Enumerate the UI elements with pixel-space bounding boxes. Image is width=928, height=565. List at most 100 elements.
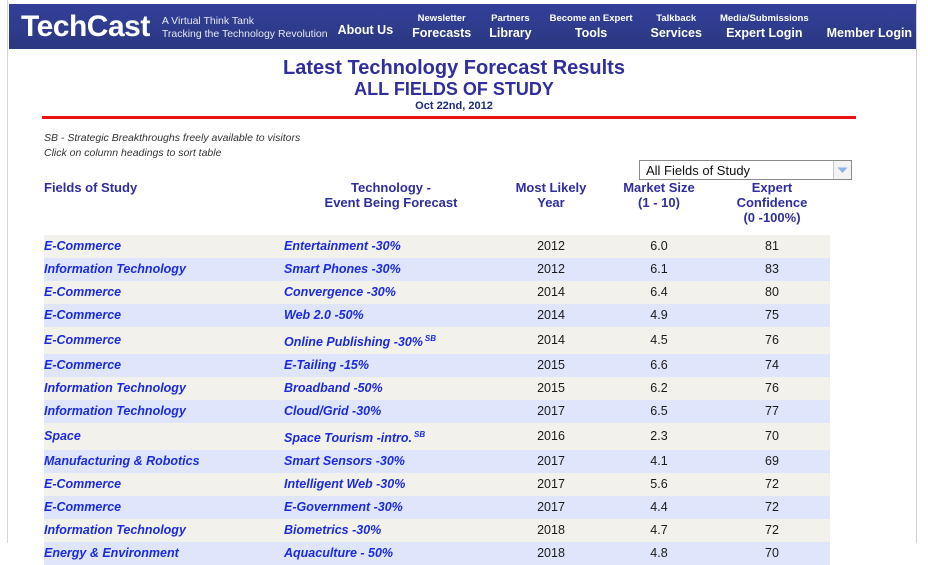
nav-link-about-us[interactable]: About Us bbox=[328, 22, 404, 38]
field-of-study-link[interactable]: E-Commerce bbox=[44, 477, 121, 491]
cell-field-of-study: E-Commerce bbox=[44, 235, 284, 258]
cell-most-likely-year: 2016 bbox=[537, 429, 565, 444]
cell-technology: Smart Phones -30% bbox=[284, 258, 498, 281]
column-header-fields-of-study[interactable]: Fields of Study bbox=[44, 180, 284, 235]
nav-link-become-an-expert[interactable]: Become an Expert bbox=[550, 12, 633, 25]
field-of-study-link[interactable]: Information Technology bbox=[44, 523, 186, 537]
table-row: Energy & Environment Aquaculture - 50% 201… bbox=[44, 542, 830, 565]
field-of-study-link[interactable]: Energy & Environment bbox=[44, 546, 179, 560]
nav-group-media-expert-login: Media/Submissions Expert Login bbox=[711, 12, 818, 41]
page-frame: TechCast A Virtual Think Tank Tracking t… bbox=[0, 0, 928, 565]
field-of-study-link[interactable]: E-Commerce bbox=[44, 239, 121, 253]
cell-field-of-study: E-Commerce bbox=[44, 473, 284, 496]
cell-most-likely-year: 2017 bbox=[537, 500, 565, 515]
technology-forecast-link[interactable]: E-Government -30% bbox=[284, 500, 403, 514]
nav-link-media-submissions[interactable]: Media/Submissions bbox=[720, 12, 809, 25]
cell-technology: Broadband -50% bbox=[284, 377, 498, 400]
fields-of-study-select-value: All Fields of Study bbox=[646, 162, 751, 178]
note-sort-hint: Click on column headings to sort table bbox=[44, 147, 222, 159]
field-of-study-link[interactable]: E-Commerce bbox=[44, 308, 121, 322]
nav-link-library[interactable]: Library bbox=[489, 25, 531, 41]
cell-field-of-study: Space bbox=[44, 423, 284, 450]
nav-link-tools[interactable]: Tools bbox=[575, 25, 607, 41]
red-divider bbox=[42, 116, 856, 119]
technology-forecast-link[interactable]: Entertainment -30% bbox=[284, 239, 401, 253]
column-header-market-size[interactable]: Market Size (1 - 10) bbox=[604, 180, 714, 235]
column-header-year-line2: Year bbox=[537, 195, 565, 210]
field-of-study-link[interactable]: Space bbox=[44, 429, 81, 443]
site-logo[interactable]: TechCast bbox=[9, 9, 150, 43]
cell-technology: Online Publishing -30% SB bbox=[284, 327, 498, 354]
fields-of-study-select[interactable]: All Fields of Study bbox=[639, 160, 852, 180]
nav-link-talkback[interactable]: Talkback bbox=[656, 12, 696, 25]
nav-link-expert-login[interactable]: Expert Login bbox=[726, 25, 802, 41]
column-header-technology[interactable]: Technology - Event Being Forecast bbox=[284, 180, 498, 235]
tagline-line-1: A Virtual Think Tank bbox=[161, 14, 255, 27]
cell-expert-confidence: 83 bbox=[765, 262, 779, 276]
page-right-rail bbox=[916, 0, 928, 543]
technology-forecast-link[interactable]: Aquaculture - 50% bbox=[284, 546, 393, 560]
nav-link-forecasts[interactable]: Forecasts bbox=[412, 25, 471, 41]
column-header-technology-line2: Event Being Forecast bbox=[324, 195, 458, 210]
cell-market-size: 4.1 bbox=[650, 454, 668, 469]
technology-forecast-link[interactable]: Biometrics -30% bbox=[284, 523, 381, 537]
field-of-study-link[interactable]: E-Commerce bbox=[44, 500, 121, 514]
site-tagline: A Virtual Think Tank Tracking the Techno… bbox=[150, 13, 328, 41]
chevron-down-icon[interactable] bbox=[833, 161, 851, 179]
cell-market-size: 5.6 bbox=[650, 477, 668, 492]
technology-forecast-link[interactable]: Space Tourism -intro. bbox=[284, 431, 412, 445]
nav-link-partners[interactable]: Partners bbox=[491, 12, 530, 25]
page-date: Oct 22nd, 2012 bbox=[415, 100, 493, 112]
brand-name: TechCast bbox=[21, 9, 150, 43]
field-of-study-link[interactable]: Information Technology bbox=[44, 404, 186, 418]
column-header-most-likely-year[interactable]: Most Likely Year bbox=[498, 180, 604, 235]
field-of-study-link[interactable]: E-Commerce bbox=[44, 285, 121, 299]
cell-most-likely-year: 2018 bbox=[537, 546, 565, 561]
cell-field-of-study: Manufacturing & Robotics bbox=[44, 450, 284, 473]
cell-most-likely-year: 2015 bbox=[537, 381, 565, 396]
cell-technology: E-Tailing -15% bbox=[284, 354, 498, 377]
nav-group-member-login: Advertise Member Login bbox=[818, 12, 916, 41]
field-of-study-link[interactable]: Information Technology bbox=[44, 381, 186, 395]
cell-field-of-study: E-Commerce bbox=[44, 327, 284, 354]
cell-technology: Aquaculture - 50% bbox=[284, 542, 498, 565]
technology-forecast-link[interactable]: Broadband -50% bbox=[284, 381, 383, 395]
technology-forecast-link[interactable]: Web 2.0 -50% bbox=[284, 308, 364, 322]
cell-expert-confidence: 80 bbox=[765, 285, 779, 299]
field-of-study-link[interactable]: Manufacturing & Robotics bbox=[44, 454, 200, 468]
nav-link-member-login[interactable]: Member Login bbox=[827, 25, 912, 41]
technology-forecast-link[interactable]: E-Tailing -15% bbox=[284, 358, 369, 372]
column-header-expert-confidence[interactable]: Expert Confidence (0 -100%) bbox=[714, 180, 830, 235]
tagline-line-2: Tracking the Technology Revolution bbox=[161, 27, 328, 40]
cell-expert-confidence: 72 bbox=[765, 523, 779, 538]
cell-expert-confidence: 76 bbox=[765, 333, 779, 348]
technology-forecast-link[interactable]: Cloud/Grid -30% bbox=[284, 404, 381, 418]
cell-expert-confidence: 72 bbox=[765, 500, 779, 515]
cell-market-size: 4.9 bbox=[650, 308, 668, 322]
technology-forecast-link[interactable]: Intelligent Web -30% bbox=[284, 477, 405, 491]
table-row: Information Technology Broadband -50% 2015… bbox=[44, 377, 830, 401]
cell-most-likely-year: 2015 bbox=[537, 358, 565, 373]
cell-market-size: 6.1 bbox=[650, 262, 668, 276]
strategic-breakthrough-marker: SB bbox=[424, 334, 437, 343]
cell-expert-confidence: 70 bbox=[765, 429, 779, 444]
note-strategic-breakthroughs: SB - Strategic Breakthroughs freely avai… bbox=[44, 132, 301, 144]
cell-technology: Web 2.0 -50% bbox=[284, 304, 498, 327]
technology-forecast-link[interactable]: Smart Phones -30% bbox=[284, 262, 401, 276]
cell-field-of-study: Information Technology bbox=[44, 519, 284, 542]
table-row: Information Technology Smart Phones -30% 2… bbox=[44, 258, 830, 281]
cell-field-of-study: E-Commerce bbox=[44, 496, 284, 519]
table-header-row: Fields of Study Technology - Event Being… bbox=[44, 180, 830, 235]
technology-forecast-link[interactable]: Smart Sensors -30% bbox=[284, 454, 405, 468]
technology-forecast-link[interactable]: Online Publishing -30% bbox=[284, 335, 423, 349]
table-row: Information Technology Biometrics -30% 201… bbox=[44, 519, 830, 543]
field-of-study-link[interactable]: E-Commerce bbox=[44, 358, 121, 372]
table-row: E-Commerce Online Publishing -30% SB 2014 4.… bbox=[44, 327, 830, 355]
field-of-study-link[interactable]: Information Technology bbox=[44, 262, 186, 276]
technology-forecast-link[interactable]: Convergence -30% bbox=[284, 285, 396, 299]
nav-link-services[interactable]: Services bbox=[651, 25, 702, 41]
nav-link-newsletter[interactable]: Newsletter bbox=[418, 12, 466, 25]
table-head: Fields of Study Technology - Event Being… bbox=[44, 180, 830, 235]
field-of-study-link[interactable]: E-Commerce bbox=[44, 333, 121, 347]
column-header-market-line1: Market Size bbox=[623, 180, 695, 195]
